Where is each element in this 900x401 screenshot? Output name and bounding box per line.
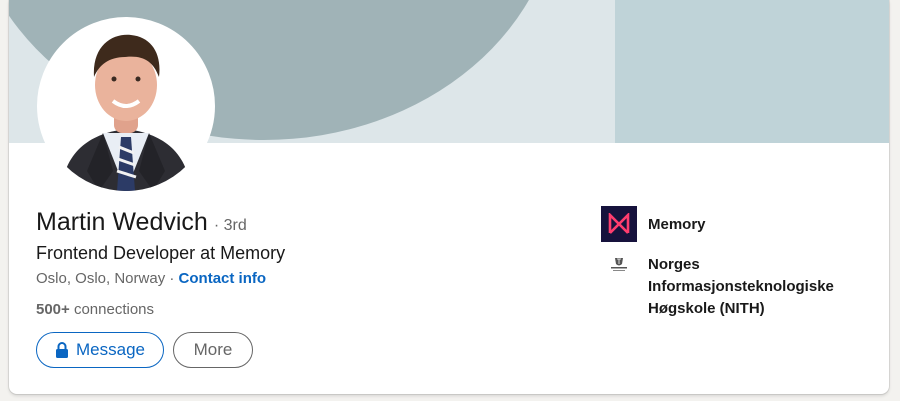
profile-card: Martin Wedvich · 3rd Frontend Developer … xyxy=(9,0,889,394)
connection-degree: · 3rd xyxy=(213,217,247,234)
nith-crest-icon xyxy=(601,254,637,290)
company-name: Memory xyxy=(648,216,706,233)
profile-location: Oslo, Oslo, Norway · xyxy=(36,270,175,287)
profile-actions: Message More xyxy=(36,332,253,368)
connections-count[interactable]: 500+ connections xyxy=(36,301,154,318)
message-button[interactable]: Message xyxy=(36,332,164,368)
more-button-label: More xyxy=(193,340,233,359)
message-button-label: Message xyxy=(76,340,145,359)
contact-info-link[interactable]: Contact info xyxy=(179,270,267,287)
school-name: Norges Informasjonsteknologiske Høgskole… xyxy=(648,256,834,317)
banner-block-shape xyxy=(615,0,889,143)
profile-name: Martin Wedvich xyxy=(36,208,208,236)
more-button[interactable]: More xyxy=(173,332,253,368)
profile-avatar[interactable] xyxy=(37,17,215,195)
connections-number: 500+ xyxy=(36,301,70,318)
location-row: Oslo, Oslo, Norway · Contact info xyxy=(36,270,266,287)
memory-logo-icon xyxy=(601,206,637,242)
profile-headline: Frontend Developer at Memory xyxy=(36,243,286,263)
experience-education-summary: Memory Norges Informasjonsteknologiske H… xyxy=(601,206,871,320)
name-row: Martin Wedvich · 3rd xyxy=(36,208,247,237)
lock-icon xyxy=(56,342,68,358)
connections-label: connections xyxy=(73,301,155,318)
avatar-photo xyxy=(41,21,211,191)
education-nith[interactable]: Norges Informasjonsteknologiske Høgskole… xyxy=(601,254,871,320)
current-company-memory[interactable]: Memory xyxy=(601,206,871,242)
